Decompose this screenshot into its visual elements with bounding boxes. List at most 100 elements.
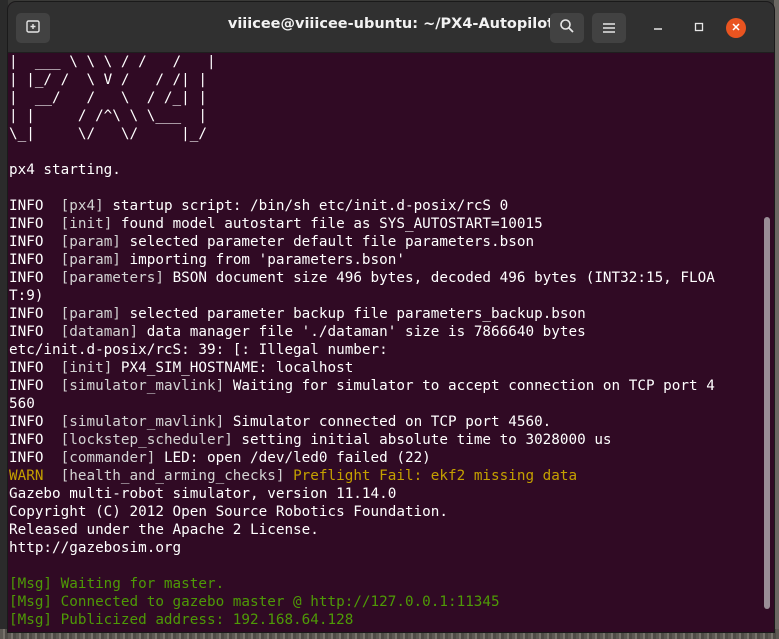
terminal-window: viiicee@viiicee-ubuntu: ~/PX4-Autopilot [8,2,774,632]
terminal-text-segment: [simulator_mavlink] [60,414,233,430]
terminal-text-segment: [init] [60,216,121,232]
terminal-text-segment: Gazebo multi-robot simulator, version 11… [9,486,397,502]
minimize-button[interactable] [648,18,668,38]
terminal-text-segment: [Msg] Waiting for master. [9,576,225,592]
maximize-icon [694,21,704,36]
terminal-text-segment: PX4_SIM_HOSTNAME: localhost [120,360,354,376]
terminal-text-segment: INFO [9,360,61,376]
terminal-text-segment: INFO [9,306,61,322]
terminal-text-segment: INFO [9,234,61,250]
terminal-line: INFO [param] selected parameter default … [9,233,774,251]
terminal-text-segment: | | / /^\ \ \___ | [9,108,207,124]
terminal-text-segment: Preflight Fail: ekf2 missing data [293,468,578,484]
terminal-line: px4 starting. [9,161,774,179]
terminal-line: Copyright (C) 2012 Open Source Robotics … [9,503,774,521]
terminal-text-segment: INFO [9,378,61,394]
terminal-text-segment: Copyright (C) 2012 Open Source Robotics … [9,504,448,520]
search-icon [559,18,575,38]
terminal-text-segment: INFO [9,324,61,340]
terminal-line: [Msg] Connected to gazebo master @ http:… [9,593,774,611]
minimize-icon [653,21,663,36]
terminal-text-segment: INFO [9,216,61,232]
terminal-line: INFO [commander] LED: open /dev/led0 fai… [9,449,774,467]
terminal-scrollbar[interactable] [764,217,770,609]
terminal-line: Released under the Apache 2 License. [9,521,774,539]
terminal-line: | |_/ / \ V / / /| | [9,71,774,89]
terminal-text-segment: http://gazebosim.org [9,540,182,556]
terminal-text-segment: [param] [60,306,130,322]
terminal-text-segment: | __/ / \ / /_| | [9,90,207,106]
desktop-background-left [0,0,8,639]
terminal-text-segment: INFO [9,198,61,214]
terminal-text-segment: [param] [60,252,130,268]
terminal-text-segment: INFO [9,252,61,268]
terminal-line: T:9) [9,287,774,305]
terminal-line: | | / /^\ \ \___ | [9,107,774,125]
terminal-text-segment: [Msg] Publicized address: 192.168.64.128 [9,612,354,628]
terminal-output[interactable]: | ___ \ \ \ / / / | | |_/ / \ V / / /| | |… [8,53,774,632]
terminal-text-segment: T:9) [9,288,44,304]
menu-button[interactable] [592,13,626,43]
terminal-text-segment: data manager file './dataman' size is 78… [146,324,586,340]
terminal-text-segment: INFO [9,270,61,286]
terminal-line: etc/init.d-posix/rcS: 39: [: Illegal num… [9,341,774,359]
terminal-line: INFO [lockstep_scheduler] setting initia… [9,431,774,449]
terminal-text-segment: [health_and_arming_checks] [60,468,294,484]
terminal-text-segment: INFO [9,432,61,448]
terminal-text-segment: [parameters] [60,270,173,286]
terminal-text-segment: Waiting for simulator to accept connecti… [232,378,715,394]
terminal-text-segment: [init] [60,360,121,376]
terminal-text-segment: BSON document size 496 bytes, decoded 49… [172,270,715,286]
terminal-line: | __/ / \ / /_| | [9,89,774,107]
title-bar[interactable]: viiicee@viiicee-ubuntu: ~/PX4-Autopilot [8,2,774,53]
terminal-text-segment: [px4] [60,198,113,214]
terminal-text-segment: \_| \/ \/ |_/ [9,126,207,142]
terminal-line: INFO [init] found model autostart file a… [9,215,774,233]
desktop-background-right [774,0,779,639]
terminal-text-segment: | ___ \ \ \ / / / | [9,54,216,70]
terminal-line: Gazebo multi-robot simulator, version 11… [9,485,774,503]
terminal-text-segment: Simulator connected on TCP port 4560. [232,414,552,430]
terminal-text-segment: 560 [9,396,35,412]
terminal-line: \_| \/ \/ |_/ [9,125,774,143]
terminal-text-segment: WARN [9,468,61,484]
terminal-text-segment: Released under the Apache 2 License. [9,522,319,538]
terminal-text-segment: INFO [9,450,61,466]
terminal-line: INFO [param] importing from 'parameters.… [9,251,774,269]
terminal-line: [Msg] Publicized address: 192.168.64.128 [9,611,774,629]
terminal-line: INFO [parameters] BSON document size 496… [9,269,774,287]
terminal-text-segment: [param] [60,234,130,250]
terminal-line: [Msg] Waiting for master. [9,575,774,593]
terminal-text-segment: [Msg] Connected to gazebo master @ http:… [9,594,500,610]
terminal-text-segment: [simulator_mavlink] [60,378,233,394]
terminal-line: INFO [param] selected parameter backup f… [9,305,774,323]
terminal-text-segment: | |_/ / \ V / / /| | [9,72,207,88]
terminal-line: INFO [dataman] data manager file './data… [9,323,774,341]
terminal-text-segment: importing from 'parameters.bson' [129,252,405,268]
terminal-text-segment: px4 starting. [9,162,121,178]
hamburger-menu-icon [602,19,616,38]
close-button[interactable] [726,18,746,38]
terminal-line: WARN [health_and_arming_checks] Prefligh… [9,467,774,485]
terminal-text-segment: [lockstep_scheduler] [60,432,242,448]
terminal-line: | ___ \ \ \ / / / | [9,53,774,71]
terminal-text-segment: etc/init.d-posix/rcS: 39: [: Illegal num… [9,342,388,358]
terminal-line: INFO [simulator_mavlink] Simulator conne… [9,413,774,431]
terminal-line: 560 [9,395,774,413]
terminal-text-segment: selected parameter default file paramete… [129,234,535,250]
terminal-line: INFO [px4] startup script: /bin/sh etc/i… [9,197,774,215]
terminal-text-segment: selected parameter backup file parameter… [129,306,586,322]
terminal-line: INFO [simulator_mavlink] Waiting for sim… [9,377,774,395]
terminal-line: http://gazebosim.org [9,539,774,557]
terminal-text-segment: startup script: /bin/sh etc/init.d-posix… [112,198,509,214]
search-button[interactable] [550,13,584,43]
terminal-text-segment: LED: open /dev/led0 failed (22) [163,450,431,466]
terminal-text-segment: INFO [9,414,61,430]
close-icon [731,21,741,36]
terminal-text-segment: [commander] [60,450,164,466]
maximize-button[interactable] [689,18,709,38]
terminal-line: INFO [init] PX4_SIM_HOSTNAME: localhost [9,359,774,377]
